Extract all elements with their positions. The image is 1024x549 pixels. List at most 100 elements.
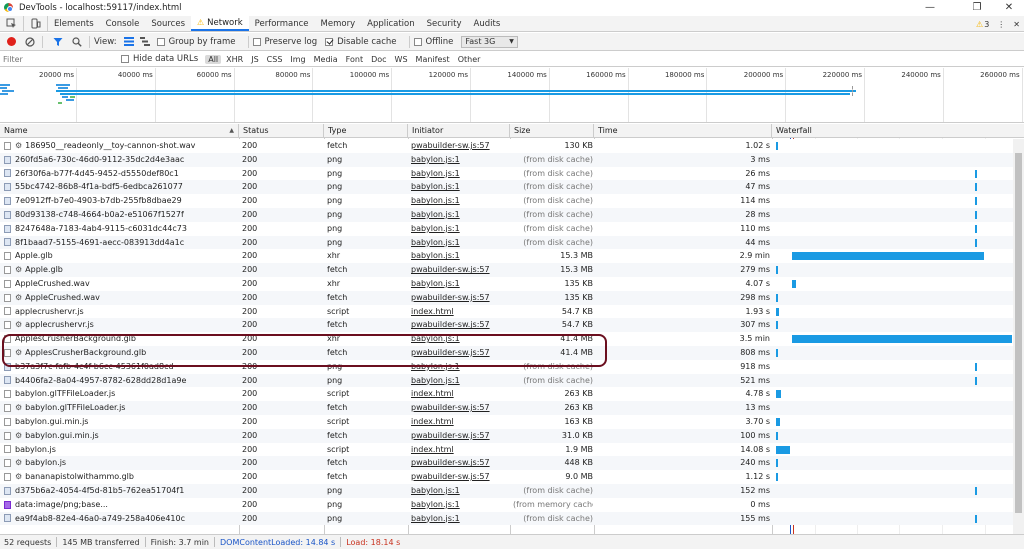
tab-network[interactable]: ⚠ Network: [191, 16, 249, 31]
record-button[interactable]: [3, 34, 19, 50]
waterfall-bar[interactable]: [975, 183, 977, 192]
initiator-link[interactable]: pwabuilder-sw.js:57: [411, 318, 509, 332]
large-rows-toggle[interactable]: [121, 34, 137, 50]
disable-cache-checkbox[interactable]: Disable cache: [325, 37, 397, 47]
type-filter-js[interactable]: JS: [248, 55, 261, 64]
initiator-link[interactable]: babylon.js:1: [411, 374, 509, 388]
waterfall-bar[interactable]: [975, 169, 977, 178]
table-row[interactable]: ⚙ Apple.glb 200 fetch pwabuilder-sw.js:57 15.…: [0, 263, 1013, 277]
initiator-link[interactable]: babylon.js:1: [411, 208, 509, 222]
table-row[interactable]: AppleCrushed.wav 200 xhr babylon.js:1 135 KB…: [0, 276, 1013, 291]
tab-audits[interactable]: Audits: [468, 16, 507, 31]
table-row[interactable]: 55bc4742-86b8-4f1a-bdf5-6edbca261077 200 p…: [0, 180, 1013, 195]
request-name[interactable]: AppleCrushed.wav: [4, 277, 238, 291]
waterfall-bar[interactable]: [776, 417, 780, 426]
initiator-link[interactable]: pwabuilder-sw.js:57: [411, 429, 509, 443]
table-row[interactable]: ⚙ babylon.glTFFileLoader.js 200 fetch pwabui…: [0, 401, 1013, 415]
request-name[interactable]: ⚙ Apple.glb: [4, 263, 238, 277]
table-row[interactable]: applecrushervr.js 200 script index.html 54.7…: [0, 304, 1013, 319]
column-header-initiator[interactable]: Initiator: [408, 124, 510, 138]
tab-performance[interactable]: Performance: [249, 16, 315, 31]
table-row[interactable]: ⚙ 186950__readeonly__toy-cannon-shot.wav 2…: [0, 139, 1013, 153]
waterfall-bar[interactable]: [776, 445, 791, 454]
request-name[interactable]: d375b6a2-4054-4f5d-81b5-762ea51704f1: [4, 484, 238, 498]
request-name[interactable]: ea9f4ab8-82e4-46a0-a749-258a406e410c: [4, 512, 238, 526]
filter-toggle-button[interactable]: [50, 34, 66, 50]
tab-sources[interactable]: Sources: [145, 16, 191, 31]
column-header-size[interactable]: Size: [510, 124, 594, 138]
waterfall-bar[interactable]: [975, 224, 977, 233]
initiator-link[interactable]: pwabuilder-sw.js:57: [411, 291, 509, 305]
table-row[interactable]: 8247648a-7183-4ab4-9115-c6031dc44c73 200 p…: [0, 221, 1013, 236]
hide-data-urls-checkbox[interactable]: Hide data URLs: [121, 54, 198, 64]
maximize-button[interactable]: ❐: [962, 0, 992, 15]
table-row[interactable]: d375b6a2-4054-4f5d-81b5-762ea51704f1 200 p…: [0, 483, 1013, 498]
type-filter-css[interactable]: CSS: [264, 55, 286, 64]
initiator-link[interactable]: index.html: [411, 443, 509, 457]
close-button[interactable]: ✕: [994, 0, 1024, 15]
table-row[interactable]: b4406fa2-8a04-4957-8782-628dd28d1a9e 200 p…: [0, 373, 1013, 388]
table-row[interactable]: ⚙ bananapistolwithammo.glb 200 fetch pwabuil…: [0, 470, 1013, 484]
initiator-link[interactable]: babylon.js:1: [411, 277, 509, 291]
type-filter-other[interactable]: Other: [455, 55, 484, 64]
type-filter-all[interactable]: All: [205, 54, 222, 64]
initiator-link[interactable]: babylon.js:1: [411, 180, 509, 194]
column-header-time[interactable]: Time: [594, 124, 772, 138]
request-name[interactable]: 55bc4742-86b8-4f1a-bdf5-6edbca261077: [4, 180, 238, 194]
table-row[interactable]: ea9f4ab8-82e4-46a0-a749-258a406e410c 200 p…: [0, 511, 1013, 526]
waterfall-bar[interactable]: [776, 431, 778, 440]
request-name[interactable]: applecrushervr.js: [4, 305, 238, 319]
table-row[interactable]: Apple.glb 200 xhr babylon.js:1 15.3 MB 2.9 mi…: [0, 249, 1013, 264]
clear-button[interactable]: [22, 34, 38, 50]
request-name[interactable]: 8247648a-7183-4ab4-9115-c6031dc44c73: [4, 222, 238, 236]
waterfall-bar[interactable]: [975, 486, 977, 495]
waterfall-bar[interactable]: [792, 335, 1012, 344]
minimize-button[interactable]: —: [915, 0, 945, 15]
request-name[interactable]: ⚙ babylon.glTFFileLoader.js: [4, 401, 238, 415]
initiator-link[interactable]: index.html: [411, 305, 509, 319]
request-name[interactable]: data:image/png;base...: [4, 498, 238, 512]
column-header-waterfall[interactable]: Waterfall: [772, 124, 1024, 138]
initiator-link[interactable]: babylon.js:1: [411, 153, 509, 167]
initiator-link[interactable]: pwabuilder-sw.js:57: [411, 470, 509, 484]
initiator-link[interactable]: index.html: [411, 415, 509, 429]
initiator-link[interactable]: babylon.js:1: [411, 236, 509, 250]
tab-application[interactable]: Application: [361, 16, 421, 31]
search-button[interactable]: [69, 34, 85, 50]
request-name[interactable]: 7e0912ff-b7e0-4903-b7db-255fb8dbae29: [4, 194, 238, 208]
request-name[interactable]: 8f1baad7-5155-4691-aecc-083913dd4a1c: [4, 236, 238, 250]
tab-elements[interactable]: Elements: [48, 16, 100, 31]
request-name[interactable]: ⚙ babylon.gui.min.js: [4, 429, 238, 443]
preserve-log-checkbox[interactable]: Preserve log: [252, 37, 317, 47]
issues-count[interactable]: 3: [984, 20, 989, 29]
device-toolbar-icon[interactable]: [24, 16, 48, 31]
type-filter-manifest[interactable]: Manifest: [413, 55, 453, 64]
request-name[interactable]: ⚙ 186950__readeonly__toy-cannon-shot.wav: [4, 139, 238, 153]
request-name[interactable]: ⚙ babylon.js: [4, 456, 238, 470]
waterfall-bar[interactable]: [975, 238, 977, 247]
initiator-link[interactable]: babylon.js:1: [411, 512, 509, 526]
request-name[interactable]: 80d93138-c748-4664-b0a2-e51067f1527f: [4, 208, 238, 222]
initiator-link[interactable]: babylon.js:1: [411, 249, 509, 263]
initiator-link[interactable]: babylon.js:1: [411, 484, 509, 498]
waterfall-bar[interactable]: [975, 210, 977, 219]
waterfall-bar[interactable]: [776, 390, 781, 399]
waterfall-bar[interactable]: [776, 142, 778, 150]
table-row[interactable]: 80d93138-c748-4664-b0a2-e51067f1527f 200 p…: [0, 207, 1013, 222]
type-filter-ws[interactable]: WS: [392, 55, 411, 64]
initiator-link[interactable]: pwabuilder-sw.js:57: [411, 401, 509, 415]
inspect-element-icon[interactable]: [0, 16, 24, 31]
request-name[interactable]: 260fd5a6-730c-46d0-9112-35dc2d4e3aac: [4, 153, 238, 167]
waterfall-bar[interactable]: [975, 514, 977, 523]
more-options-icon[interactable]: ⋮: [997, 20, 1005, 29]
group-by-frame-checkbox[interactable]: Group by frame: [156, 37, 236, 47]
overview-toggle[interactable]: [137, 34, 153, 50]
waterfall-bar[interactable]: [776, 321, 778, 330]
table-row[interactable]: ⚙ AppleCrushed.wav 200 fetch pwabuilder-sw.j…: [0, 290, 1013, 305]
close-devtools-icon[interactable]: ✕: [1013, 20, 1020, 29]
request-name[interactable]: ⚙ bananapistolwithammo.glb: [4, 470, 238, 484]
waterfall-bar[interactable]: [776, 293, 778, 302]
waterfall-bar[interactable]: [792, 252, 985, 261]
type-filter-media[interactable]: Media: [311, 55, 341, 64]
initiator-link[interactable]: pwabuilder-sw.js:57: [411, 456, 509, 470]
